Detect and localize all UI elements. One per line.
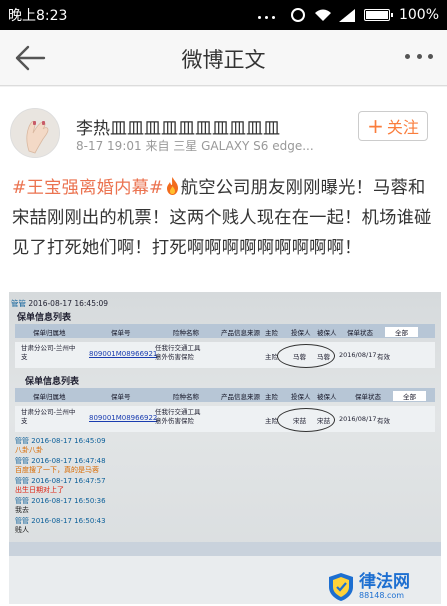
- photo-screen: 管管 2016-08-17 16:45:09 保单信息列表 保单归属地 保单号 …: [9, 292, 441, 604]
- follow-button[interactable]: + 关注: [358, 111, 428, 141]
- post-image[interactable]: 管管 2016-08-17 16:45:09 保单信息列表 保单归属地 保单号 …: [9, 292, 441, 604]
- hashtag-link[interactable]: #王宝强离婚内幕#: [12, 178, 164, 198]
- post-date: 8-17 19:01: [76, 139, 142, 153]
- title-bar: 微博正文: [0, 30, 447, 86]
- wifi-icon: [314, 9, 331, 21]
- watermark-name: 律法网: [359, 572, 410, 592]
- post-detail: 李热皿皿皿皿皿皿皿皿皿皿 8-17 19:01 来自 三星 GALAXY S6 …: [0, 87, 447, 606]
- site-watermark: 律法网 88148.com: [327, 570, 437, 604]
- watermark-url: 88148.com: [359, 591, 405, 600]
- photo-panel-title-2: 保单信息列表: [25, 377, 80, 387]
- photo-chat-header: 管管 2016-08-17 16:45:09: [11, 299, 109, 308]
- photo-table-row-2: 甘肃分公司-兰州中支 809001M08966922 任我行交通工具意外伤害保险…: [15, 406, 435, 432]
- photo-chat-msg-4: 我去: [15, 506, 29, 514]
- battery-percent: 100%: [398, 7, 439, 23]
- post-text: #王宝强离婚内幕# 航空公司朋友刚刚曝光！马蓉和宋喆刚刚出的机票！这两个贱人现在在…: [12, 173, 437, 263]
- status-time: 晚上8:23: [8, 8, 68, 24]
- photo-chat-msg-3: 出生日期对上了: [15, 486, 64, 494]
- photo-panel-title-1: 保单信息列表: [17, 313, 72, 323]
- alarm-icon: [290, 8, 305, 22]
- photo-chat-msg-1: 八卦八卦: [15, 446, 43, 454]
- signal-icon: [338, 9, 355, 22]
- post-meta: 8-17 19:01 来自 三星 GALAXY S6 edge...: [76, 137, 314, 154]
- fire-emoji-icon: [166, 177, 178, 195]
- plus-icon: +: [367, 114, 384, 138]
- photo-highlight-circle-2: [277, 408, 335, 432]
- follow-label: 关注: [386, 118, 419, 137]
- post-source: 来自 三星 GALAXY S6 edge...: [145, 139, 314, 153]
- page-title: 微博正文: [181, 48, 266, 72]
- notification-dots-icon: [257, 9, 282, 21]
- more-options-button[interactable]: [405, 54, 433, 62]
- photo-chat-msg-5: 贱人: [15, 526, 29, 534]
- photo-highlight-circle-1: [277, 344, 335, 368]
- photo-table-row-1: 甘肃分公司-兰州中支 809001M08966921 任我行交通工具意外伤害保险…: [15, 342, 435, 368]
- username[interactable]: 李热皿皿皿皿皿皿皿皿皿皿: [76, 114, 280, 139]
- photo-chat-toolbar: [9, 542, 441, 556]
- photo-table-header-2: 保单归属地 保单号 险种名称 产品信息来源 主险 投保人 被保人 保单状态 全部: [15, 388, 435, 402]
- photo-chat-msg-2: 百度搜了一下，真的是马蓉: [15, 466, 99, 474]
- status-bar: 晚上8:23 100%: [0, 0, 447, 30]
- avatar[interactable]: [10, 108, 60, 158]
- battery-icon: [363, 9, 393, 21]
- hand-photo-icon: [11, 109, 59, 157]
- photo-table-header-1: 保单归属地 保单号 险种名称 产品信息来源 主险 投保人 被保人 保单状态 全部: [15, 324, 435, 338]
- shield-logo-icon: [329, 573, 353, 601]
- status-icons: 100%: [257, 7, 439, 23]
